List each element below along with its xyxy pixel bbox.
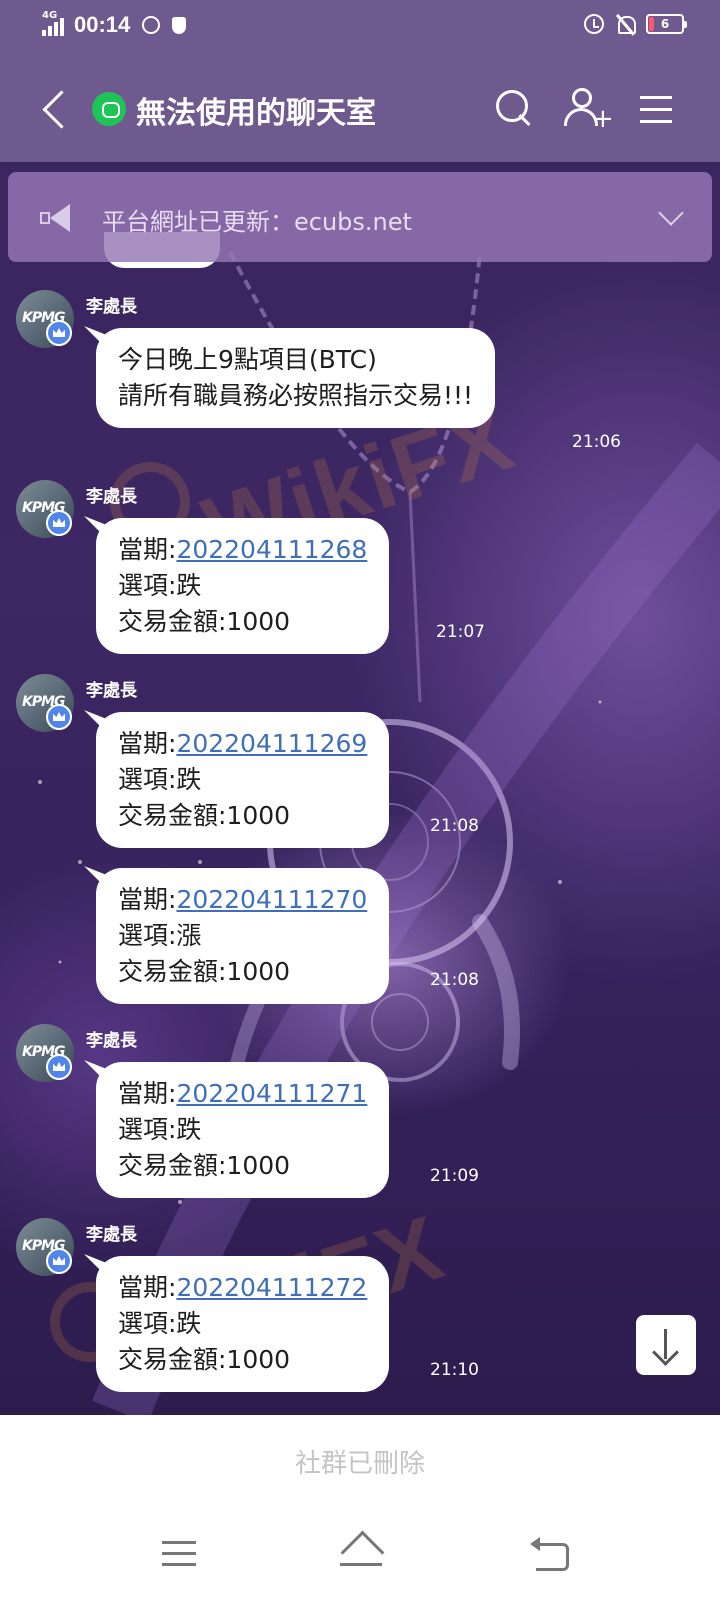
signal-icon: 4G	[42, 10, 64, 36]
avatar[interactable]: KPMG	[16, 480, 74, 538]
battery-icon: 6	[646, 14, 687, 34]
message-time: 21:08	[430, 816, 479, 836]
message-bubble[interactable]: 當期:202204111268 選項:跌 交易金額:1000	[96, 518, 390, 654]
avatar[interactable]: KPMG	[16, 1218, 74, 1276]
avatar[interactable]: KPMG	[16, 674, 74, 732]
chat-title: 無法使用的聊天室	[136, 96, 376, 131]
amount-text: 交易金額:1000	[118, 607, 291, 636]
vpn-icon	[142, 16, 161, 34]
period-label: 當期:	[118, 729, 177, 758]
search-icon[interactable]	[488, 82, 544, 138]
status-bar-right: 6	[584, 14, 687, 34]
option-text: 選項:漲	[118, 921, 202, 950]
option-text: 選項:跌	[118, 571, 202, 600]
message-bubble[interactable]: 當期:202204111269 選項:跌 交易金額:1000	[96, 712, 390, 848]
option-text: 選項:跌	[118, 765, 202, 794]
period-label: 當期:	[118, 535, 177, 564]
sender-name: 李處長	[86, 681, 137, 701]
announcement-text: 平台網址已更新：ecubs.net	[102, 208, 412, 236]
period-link[interactable]: 202204111268	[176, 535, 367, 564]
back-arrow-icon[interactable]	[36, 86, 76, 134]
amount-text: 交易金額:1000	[118, 1151, 291, 1180]
period-link[interactable]: 202204111270	[176, 885, 367, 914]
period-link[interactable]: 202204111271	[176, 1079, 367, 1108]
network-type: 4G	[42, 10, 58, 21]
message-time: 21:09	[430, 1166, 479, 1186]
status-bar-left: 4G 00:14	[42, 10, 187, 38]
period-label: 當期:	[118, 885, 177, 914]
crown-badge-icon	[46, 704, 72, 730]
avatar[interactable]: KPMG	[16, 290, 74, 348]
shield-icon	[172, 16, 187, 34]
message-bubble[interactable]: 當期:202204111271 選項:跌 交易金額:1000	[96, 1062, 390, 1198]
back-icon[interactable]	[530, 1537, 570, 1571]
amount-text: 交易金額:1000	[118, 957, 291, 986]
chat-header: 無法使用的聊天室 +	[0, 56, 720, 162]
message-bubble[interactable]: 當期:202204111272 選項:跌 交易金額:1000	[96, 1256, 390, 1392]
status-bar: 4G 00:14 6	[0, 0, 720, 56]
chat-footer: 社群已刪除	[0, 1415, 720, 1507]
sender-name: 李處長	[86, 487, 137, 507]
message-time: 21:10	[430, 1360, 479, 1380]
crown-badge-icon	[46, 1248, 72, 1274]
message-text: 請所有職員務必按照指示交易!!!	[118, 381, 474, 410]
scroll-down-button[interactable]	[636, 1315, 696, 1375]
avatar[interactable]: KPMG	[16, 1024, 74, 1082]
amount-text: 交易金額:1000	[118, 1345, 291, 1374]
sender-name: 李處長	[86, 1225, 137, 1245]
crown-badge-icon	[46, 320, 72, 346]
sender-name: 李處長	[86, 1031, 137, 1051]
alarm-icon	[584, 14, 604, 34]
megaphone-icon	[40, 204, 76, 232]
battery-level: 6	[660, 17, 670, 31]
period-link[interactable]: 202204111269	[176, 729, 367, 758]
add-user-icon[interactable]: +	[562, 82, 618, 138]
menu-icon[interactable]	[636, 82, 692, 138]
message-text: 今日晚上9點項目(BTC)	[118, 345, 377, 374]
sender-name: 李處長	[86, 297, 137, 317]
chevron-down-icon[interactable]	[656, 202, 684, 230]
status-time: 00:14	[74, 12, 131, 37]
option-text: 選項:跌	[118, 1309, 202, 1338]
message-bubble[interactable]: 今日晚上9點項目(BTC) 請所有職員務必按照指示交易!!!	[96, 328, 496, 428]
message-time: 21:08	[430, 970, 479, 990]
period-link[interactable]: 202204111272	[176, 1273, 367, 1302]
bell-off-icon	[616, 14, 636, 34]
crown-badge-icon	[46, 1054, 72, 1080]
home-icon[interactable]	[338, 1531, 384, 1571]
period-label: 當期:	[118, 1273, 177, 1302]
system-nav-bar	[0, 1507, 720, 1600]
option-text: 選項:跌	[118, 1115, 202, 1144]
message-time: 21:07	[436, 622, 485, 642]
chat-badge-icon	[92, 92, 126, 126]
group-deleted-text: 社群已刪除	[294, 1449, 425, 1479]
crown-badge-icon	[46, 510, 72, 536]
message-time: 21:06	[572, 432, 621, 452]
recent-apps-icon[interactable]	[162, 1541, 196, 1567]
message-bubble[interactable]: 當期:202204111270 選項:漲 交易金額:1000	[96, 868, 390, 1004]
chat-area[interactable]: WikiFX WikiFX 平台網址已更新：ecubs.net KPMG 李處長…	[0, 162, 720, 1415]
period-label: 當期:	[118, 1079, 177, 1108]
announcement-banner[interactable]: 平台網址已更新：ecubs.net	[8, 172, 712, 262]
amount-text: 交易金額:1000	[118, 801, 291, 830]
